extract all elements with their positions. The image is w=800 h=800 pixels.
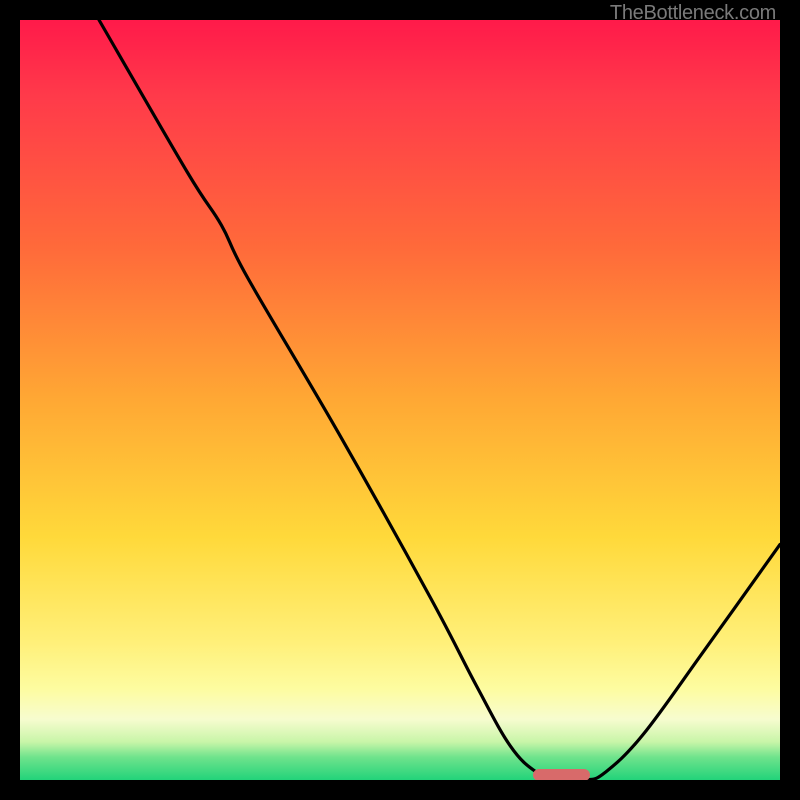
frame-border-right: [780, 0, 800, 800]
frame-border-left: [0, 0, 20, 800]
bottleneck-curve: [20, 20, 780, 780]
chart-frame: TheBottleneck.com: [0, 0, 800, 800]
watermark-text: TheBottleneck.com: [610, 2, 776, 25]
frame-border-bottom: [0, 780, 800, 800]
